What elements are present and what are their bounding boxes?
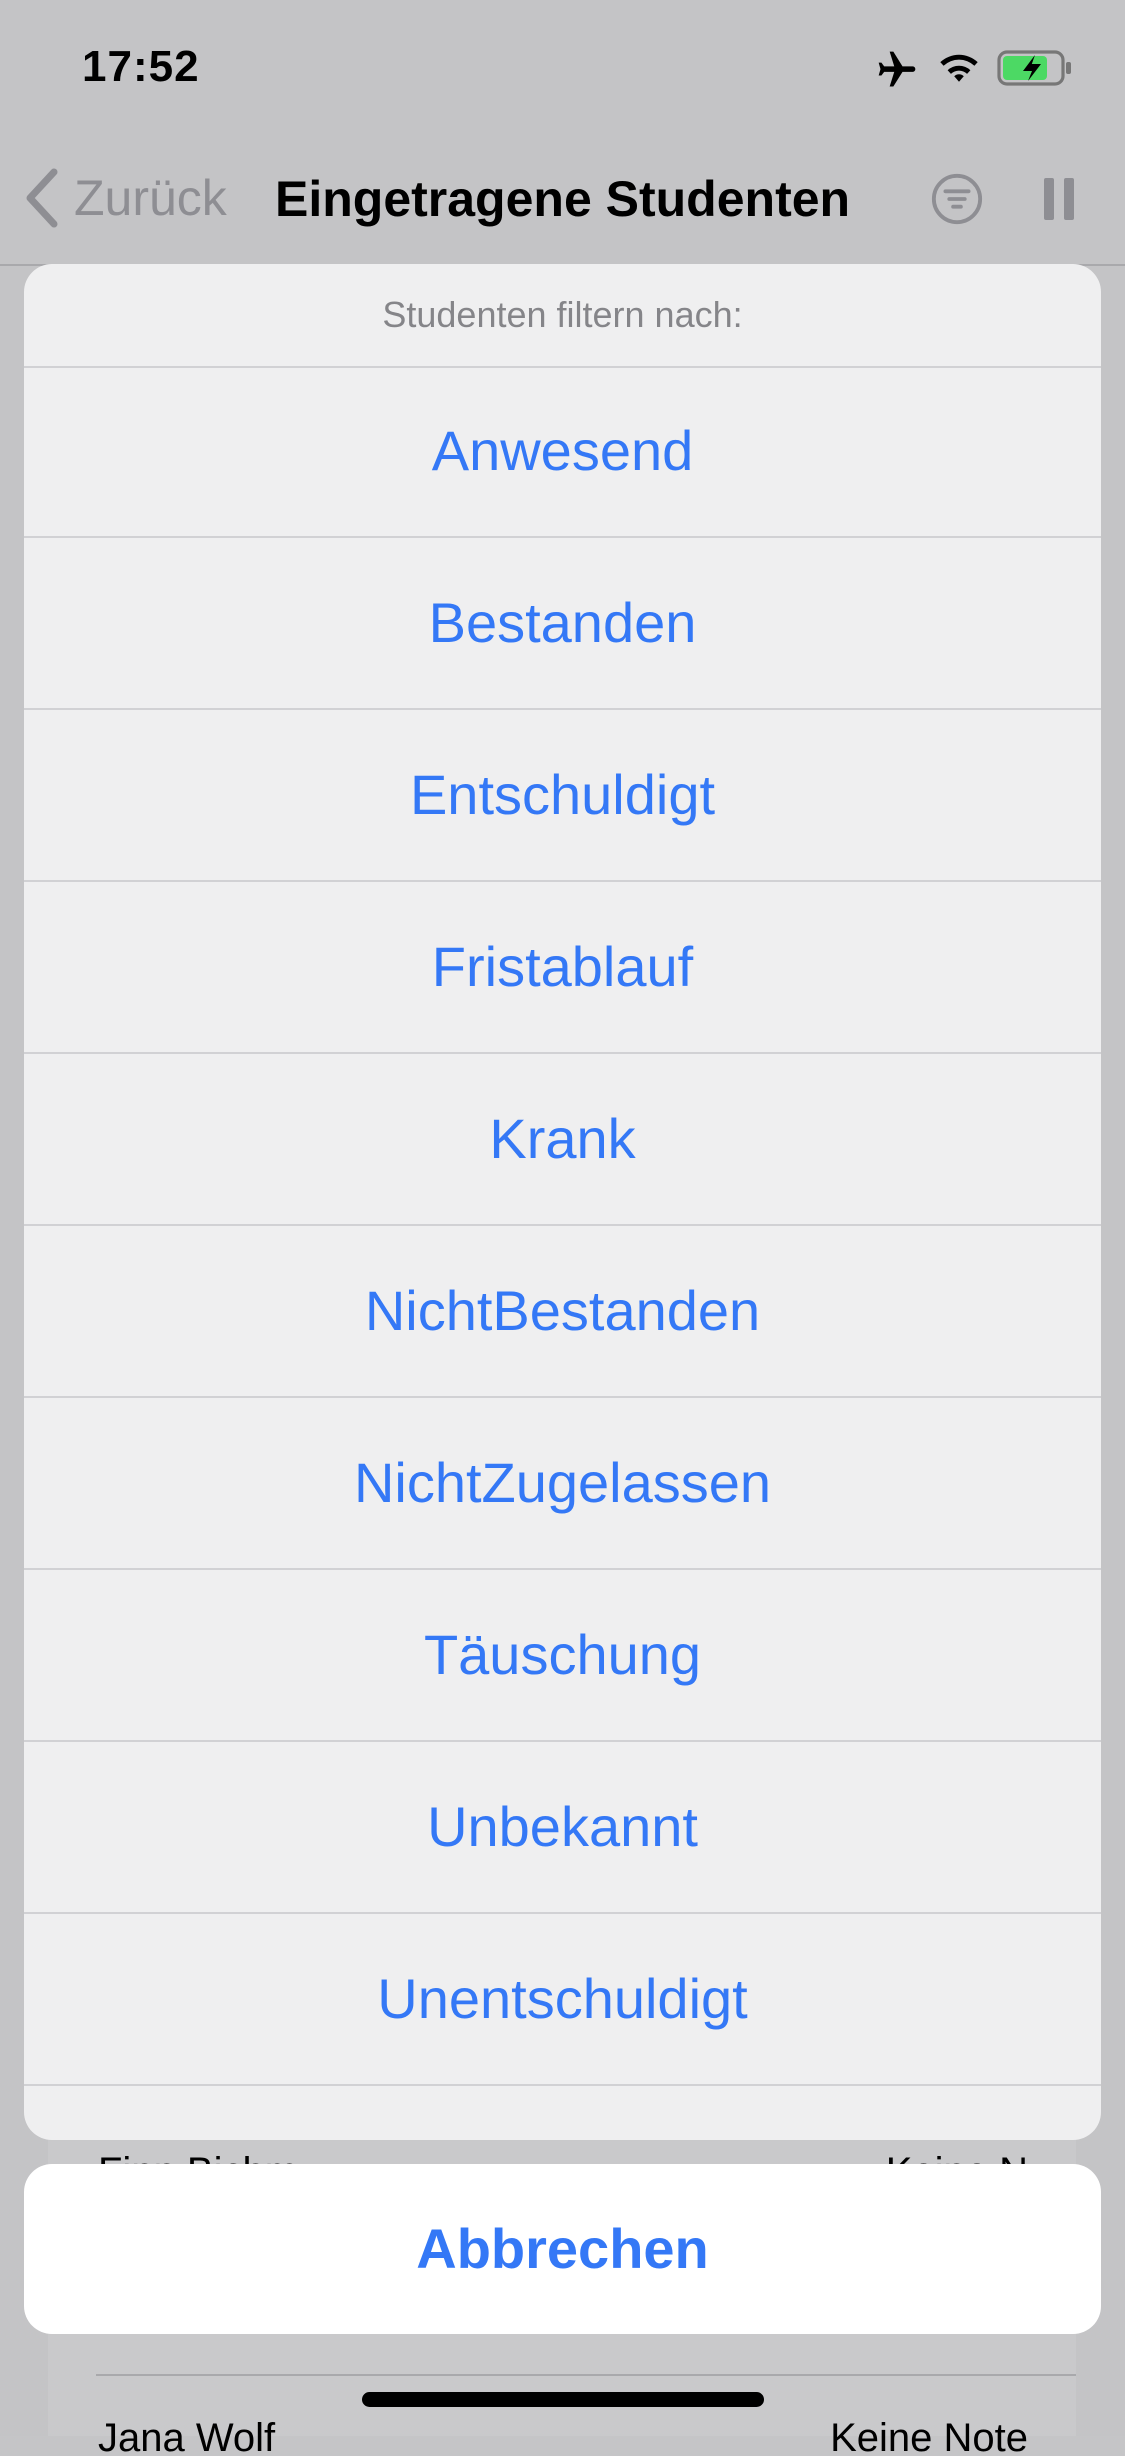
wifi-icon — [940, 54, 978, 82]
status-bar: 17:52 — [0, 0, 1125, 132]
filter-action-sheet: Studenten filtern nach: Anwesend Bestand… — [24, 264, 1101, 2140]
student-name: Jana Wolf — [98, 2416, 276, 2456]
navigation-bar: Zurück Eingetragene Studenten — [0, 132, 1125, 266]
filter-option-nicht-zugelassen[interactable]: NichtZugelassen — [24, 1398, 1101, 1570]
chevron-left-icon — [26, 168, 58, 228]
filter-option-nicht-bestanden[interactable]: NichtBestanden — [24, 1226, 1101, 1398]
action-sheet-options: Anwesend Bestanden Entschuldigt Fristabl… — [24, 366, 1101, 2086]
cancel-button[interactable]: Abbrechen — [24, 2164, 1101, 2334]
status-icons — [873, 48, 1083, 92]
filter-option-krank[interactable]: Krank — [24, 1054, 1101, 1226]
filter-icon[interactable] — [930, 172, 984, 226]
status-time: 17:52 — [82, 42, 200, 91]
list-divider — [96, 2374, 1076, 2376]
filter-option-fristablauf[interactable]: Fristablauf — [24, 882, 1101, 1054]
pause-icon[interactable] — [1040, 174, 1080, 224]
filter-option-bestanden[interactable]: Bestanden — [24, 538, 1101, 710]
filter-option-anwesend[interactable]: Anwesend — [24, 366, 1101, 538]
filter-option-entschuldigt[interactable]: Entschuldigt — [24, 710, 1101, 882]
filter-option-unentschuldigt[interactable]: Unentschuldigt — [24, 1914, 1101, 2086]
action-sheet-title: Studenten filtern nach: — [24, 264, 1101, 368]
filter-option-taeuschung[interactable]: Täuschung — [24, 1570, 1101, 1742]
battery-charging-icon — [997, 50, 1071, 86]
filter-option-unbekannt[interactable]: Unbekannt — [24, 1742, 1101, 1914]
student-status: Keine Note — [830, 2416, 1028, 2456]
list-item: Jana Wolf Keine Note — [48, 2416, 1028, 2456]
home-indicator[interactable] — [362, 2392, 764, 2407]
back-button-label: Zurück — [74, 170, 227, 226]
back-button[interactable]: Zurück — [24, 168, 227, 228]
page-title: Eingetragene Studenten — [275, 171, 851, 227]
airplane-icon — [878, 51, 916, 87]
